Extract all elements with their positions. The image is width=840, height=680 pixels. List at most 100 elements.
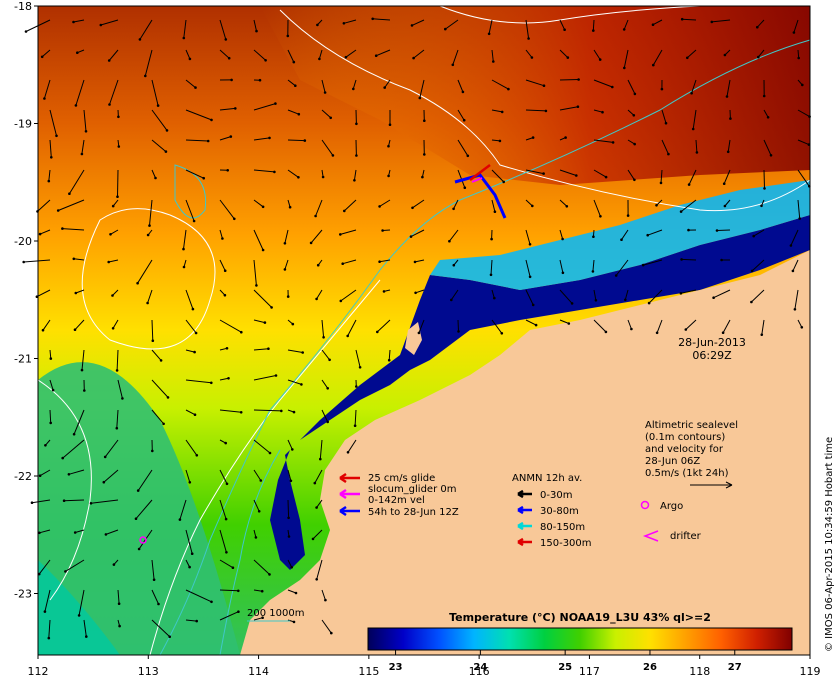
velocity-arrow-head (146, 233, 150, 237)
y-tick-label: -19 (14, 118, 32, 131)
velocity-arrow-head (224, 38, 228, 41)
velocity-arrow-head (680, 258, 683, 261)
colorbar-tick-label: 27 (728, 662, 742, 673)
velocity-arrow-head (136, 281, 139, 285)
velocity-arrow-head (154, 176, 157, 180)
velocity-arrow-head (679, 210, 683, 213)
velocity-arrow-head (152, 578, 156, 581)
velocity-arrow-head (343, 209, 346, 213)
velocity-arrow-head (633, 142, 636, 146)
altimetric-line3: and velocity for (645, 444, 724, 455)
velocity-arrow-head (156, 104, 160, 107)
velocity-arrow-head (452, 207, 455, 211)
velocity-arrow-head (330, 631, 333, 635)
velocity-arrow-head (534, 323, 538, 327)
velocity-arrow-head (421, 175, 424, 179)
velocity-arrow-head (690, 91, 693, 95)
y-tick-label: -23 (14, 588, 32, 601)
velocity-arrow-head (500, 110, 504, 114)
velocity-arrow-head (418, 96, 422, 100)
velocity-arrow-head (591, 270, 595, 273)
velocity-arrow-head (83, 389, 86, 392)
velocity-arrow-head (85, 635, 88, 638)
velocity-arrow (287, 139, 305, 142)
colorbar-tick-label: 25 (558, 662, 572, 673)
velocity-arrow-head (225, 482, 229, 486)
velocity-arrow-head (321, 175, 325, 179)
velocity-arrow-head (646, 233, 649, 237)
velocity-arrow-head (227, 377, 230, 380)
x-axis: 112 113 114 115 116 117 118 119 (28, 655, 821, 678)
velocity-arrow-head (24, 30, 28, 33)
velocity-arrow-head (227, 56, 231, 60)
anmn-legend-label: 0-30m (540, 490, 572, 501)
velocity-arrow-head (89, 502, 93, 505)
velocity-arrow-head (44, 444, 47, 447)
velocity-arrow-head (80, 368, 84, 372)
velocity-arrow-head (793, 308, 797, 311)
velocity-arrow-head (528, 275, 532, 279)
y-tick-label: -21 (14, 353, 32, 366)
x-tick-label: 119 (800, 665, 821, 678)
altimetric-line2: (0.1m contours) (645, 432, 725, 443)
velocity-arrow-head (315, 506, 318, 509)
velocity-arrow-head (116, 195, 119, 198)
velocity-arrow-head (542, 172, 545, 175)
velocity-arrow-head (620, 238, 623, 241)
velocity-arrow-head (268, 451, 272, 455)
velocity-arrow-head (291, 448, 294, 451)
velocity-arrow-head (159, 359, 163, 362)
velocity-arrow-head (353, 179, 356, 182)
velocity-arrow-head (381, 229, 384, 232)
velocity-arrow-head (691, 127, 695, 131)
velocity-arrow-head (263, 321, 267, 324)
velocity-arrow-head (527, 37, 530, 40)
velocity-arrow-head (346, 451, 350, 454)
velocity-arrow-head (239, 411, 243, 414)
velocity-arrow-head (286, 34, 290, 38)
velocity-arrow-head (313, 481, 317, 485)
velocity-arrow-head (288, 205, 292, 209)
velocity-arrow-head (762, 94, 766, 98)
velocity-arrow-head (138, 38, 142, 41)
velocity-arrow (457, 319, 459, 332)
velocity-arrow-head (224, 517, 228, 521)
velocity-arrow-head (462, 118, 466, 122)
velocity-arrow-head (378, 260, 381, 264)
velocity-arrow-head (358, 366, 362, 369)
velocity-arrow-head (624, 298, 627, 302)
velocity-arrow-head (188, 57, 192, 61)
velocity-arrow-head (766, 116, 770, 119)
altimetric-line5: 0.5m/s (1kt 24h) (645, 468, 729, 479)
velocity-arrow-head (144, 74, 147, 78)
colorbar-gradient-rect (367, 627, 793, 651)
velocity-arrow-head (687, 183, 691, 186)
velocity-arrow-head (301, 351, 305, 354)
velocity-arrow-head (111, 327, 115, 330)
velocity-arrow-head (566, 56, 570, 59)
velocity-arrow-head (339, 299, 343, 303)
velocity-arrow-head (206, 139, 210, 143)
velocity-arrow-head (72, 257, 76, 261)
velocity-arrow-head (633, 178, 636, 182)
velocity-arrow-head (210, 381, 213, 385)
velocity-arrow-head (531, 136, 535, 139)
velocity-arrow-head (274, 374, 278, 377)
x-tick-label: 118 (689, 665, 710, 678)
velocity-arrow-head (633, 92, 637, 96)
velocity-arrow-head (492, 60, 495, 63)
velocity-arrow-head (756, 25, 759, 29)
velocity-arrow-head (165, 129, 169, 132)
velocity-arrow-head (319, 457, 322, 461)
velocity-arrow-head (344, 55, 348, 59)
velocity-arrow-head (194, 86, 197, 89)
velocity-arrow (559, 79, 579, 81)
velocity-arrow-head (684, 328, 688, 331)
velocity-arrow-head (194, 331, 198, 335)
velocity-arrow-head (151, 449, 154, 453)
velocity-arrow-head (376, 330, 379, 334)
velocity-arrow-head (409, 235, 413, 238)
velocity-arrow-head (750, 269, 754, 273)
velocity-arrow-head (61, 227, 64, 230)
velocity-arrow-head (565, 205, 569, 208)
